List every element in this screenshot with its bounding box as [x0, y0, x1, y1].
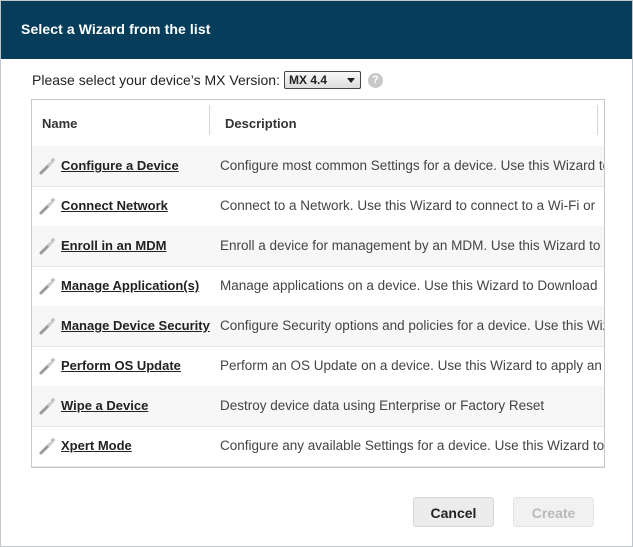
column-divider[interactable] — [597, 105, 598, 135]
cancel-button[interactable]: Cancel — [413, 497, 494, 527]
wizard-description: Configure Security options and policies … — [220, 318, 605, 333]
wizard-name-link[interactable]: Manage Application(s) — [61, 278, 199, 293]
create-button[interactable]: Create — [513, 497, 594, 527]
magic-wand-icon — [38, 356, 58, 376]
dialog-title: Select a Wizard from the list — [21, 21, 211, 37]
column-header-name[interactable]: Name — [42, 116, 77, 131]
mx-version-select[interactable]: MX 4.4 — [283, 71, 361, 89]
magic-wand-icon — [38, 436, 58, 456]
magic-wand-icon — [38, 196, 58, 216]
wizard-name-link[interactable]: Wipe a Device — [61, 398, 148, 413]
table-header: Name Description — [32, 100, 604, 147]
wizard-description: Configure most common Settings for a dev… — [220, 158, 605, 173]
mx-version-value: MX 4.4 — [288, 73, 327, 87]
wizard-name-link[interactable]: Perform OS Update — [61, 358, 181, 373]
magic-wand-icon — [38, 396, 58, 416]
table-row[interactable]: Enroll in an MDM Enroll a device for mana… — [32, 226, 604, 267]
wizard-description: Destroy device data using Enterprise or … — [220, 398, 545, 413]
wizard-table: Name Description Configure a Device Confi… — [31, 99, 605, 468]
wizard-name-link[interactable]: Connect Network — [61, 198, 168, 213]
wizard-name-link[interactable]: Manage Device Security — [61, 318, 210, 333]
mx-version-row: Please select your device’s MX Version: … — [32, 70, 383, 90]
table-row[interactable]: Manage Application(s) Manage applications… — [32, 266, 604, 307]
table-row[interactable]: Manage Device Security Configure Security… — [32, 306, 604, 347]
table-row[interactable]: Wipe a Device Destroy device data using E… — [32, 386, 604, 427]
magic-wand-icon — [38, 316, 58, 336]
wizard-name-link[interactable]: Xpert Mode — [61, 438, 132, 453]
wizard-dialog: Select a Wizard from the list Please sel… — [0, 0, 633, 547]
wizard-description: Configure any available Settings for a d… — [220, 438, 605, 453]
wizard-description: Connect to a Network. Use this Wizard to… — [220, 198, 596, 213]
column-divider[interactable] — [209, 105, 210, 135]
wizard-description: Manage applications on a device. Use thi… — [220, 278, 598, 293]
wizard-description: Perform an OS Update on a device. Use th… — [220, 358, 602, 373]
magic-wand-icon — [38, 236, 58, 256]
table-row[interactable]: Configure a Device Configure most common … — [32, 146, 604, 187]
wizard-description: Enroll a device for management by an MDM… — [220, 238, 601, 253]
dialog-titlebar: Select a Wizard from the list — [1, 1, 632, 59]
chevron-down-icon — [346, 78, 355, 83]
magic-wand-icon — [38, 276, 58, 296]
table-row[interactable]: Connect Network Connect to a Network. Use… — [32, 186, 604, 227]
table-row[interactable]: Xpert Mode Configure any available Settin… — [32, 426, 604, 467]
magic-wand-icon — [38, 156, 58, 176]
table-row[interactable]: Perform OS Update Perform an OS Update on… — [32, 346, 604, 387]
column-header-description[interactable]: Description — [225, 116, 297, 131]
help-icon[interactable]: ? — [367, 72, 383, 88]
wizard-name-link[interactable]: Enroll in an MDM — [61, 238, 166, 253]
wizard-name-link[interactable]: Configure a Device — [61, 158, 179, 173]
mx-version-label: Please select your device’s MX Version: — [32, 72, 280, 88]
